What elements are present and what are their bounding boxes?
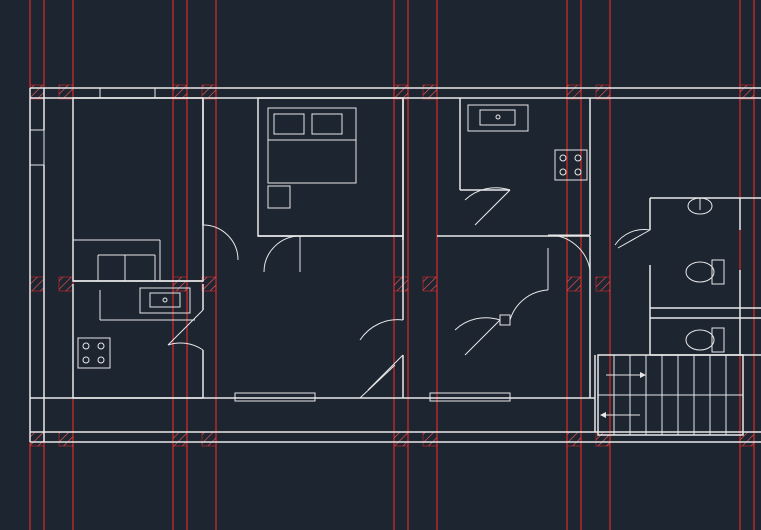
kitchen-top-right (460, 98, 590, 270)
stairs (598, 355, 743, 435)
kitchen-bottom-left (73, 284, 203, 398)
columns (30, 85, 754, 446)
floor-plan-canvas[interactable] (0, 0, 761, 530)
bedroom-top (258, 98, 403, 272)
bedroom-left (73, 88, 238, 281)
outer-walls (30, 88, 761, 442)
bathrooms (615, 198, 761, 355)
grid-lines (30, 0, 754, 530)
mid-walls (73, 236, 590, 398)
